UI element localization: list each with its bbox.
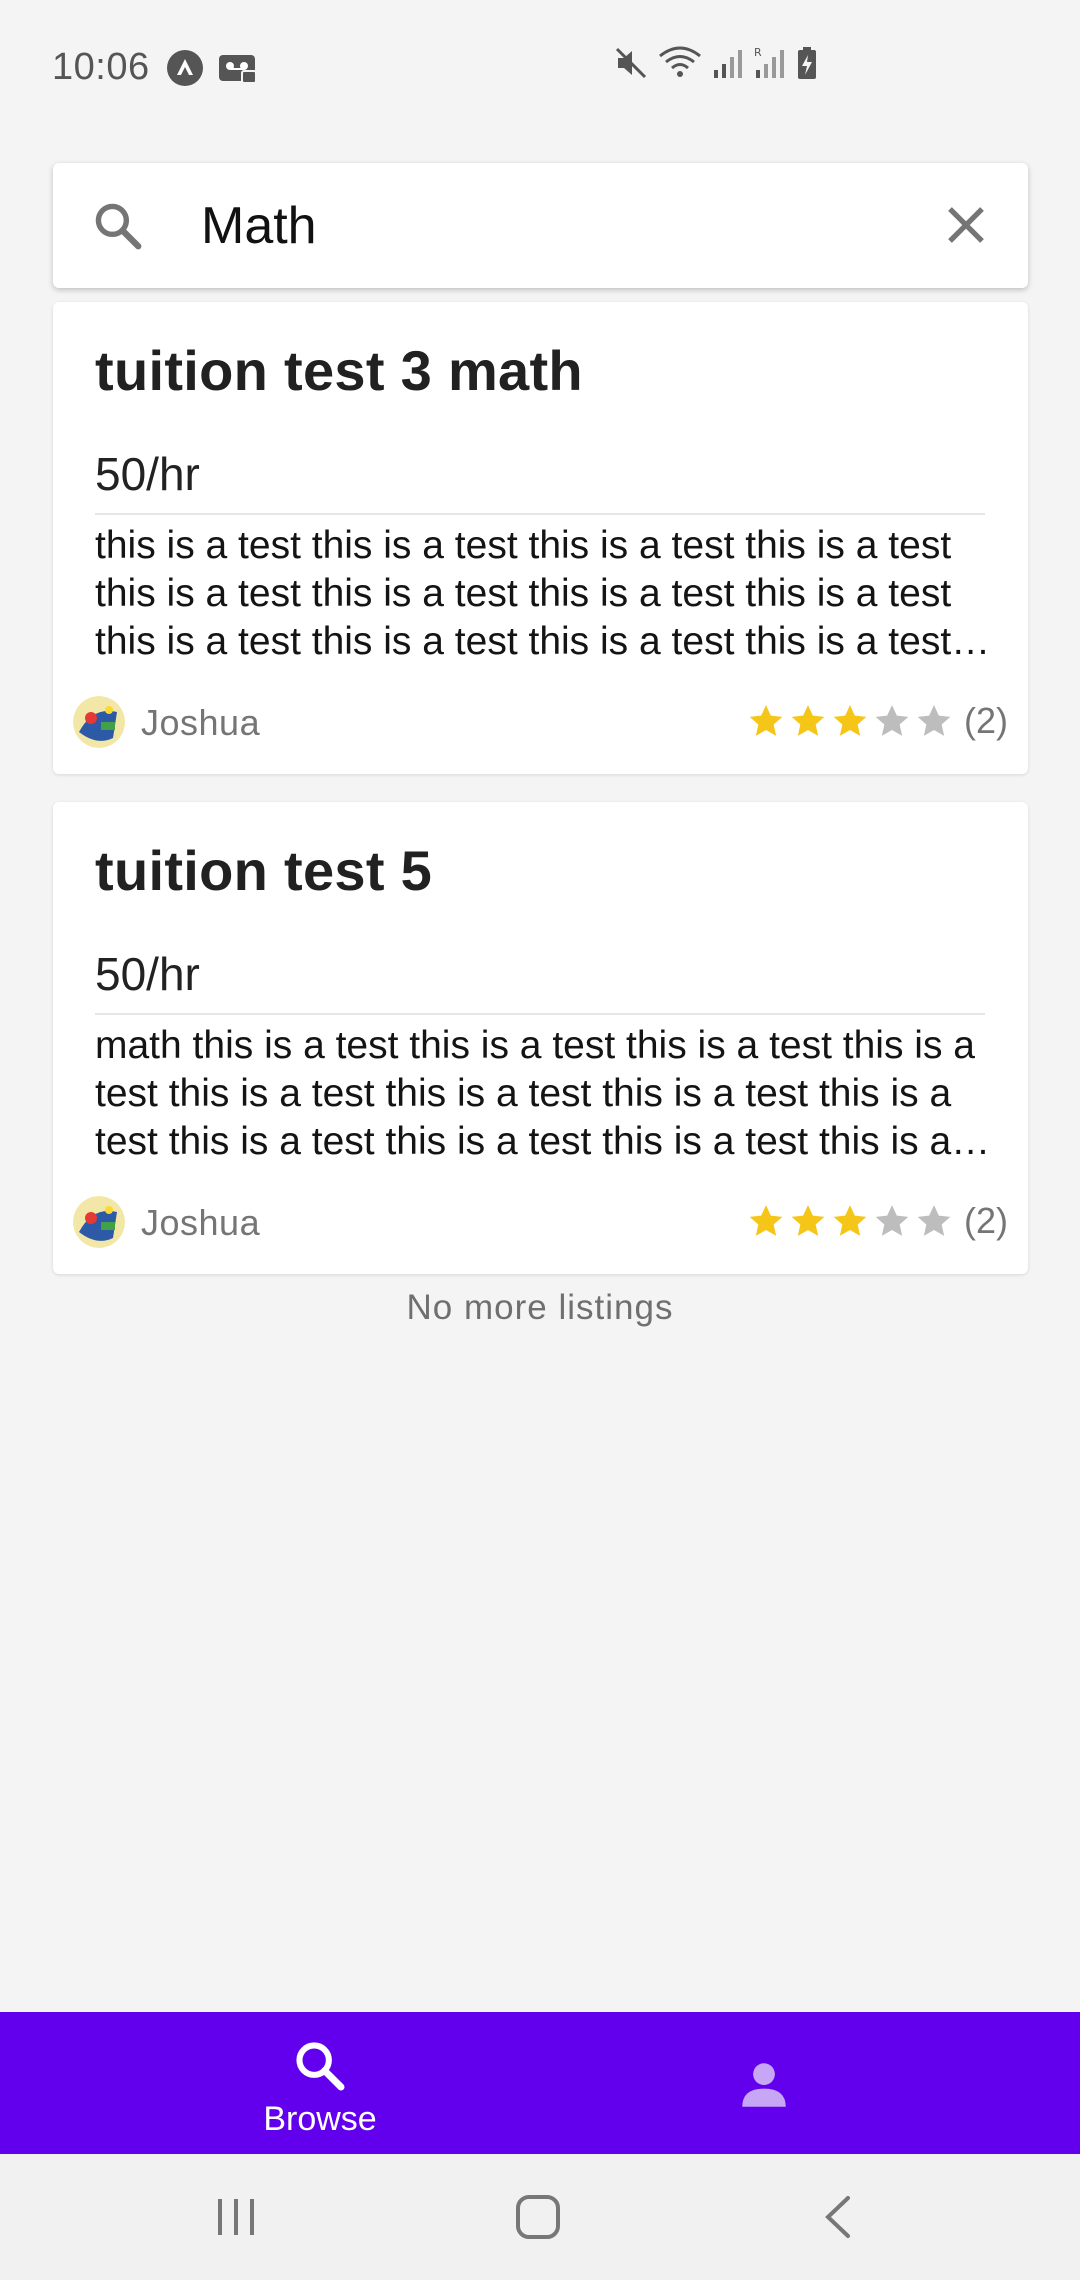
rating-count: (2) (964, 1200, 1008, 1241)
home-icon[interactable] (515, 2194, 561, 2240)
star-empty-icon (917, 1205, 951, 1236)
listing-price: 50/hr (95, 448, 200, 500)
listing-description: this is a test this is a test this is a … (95, 524, 952, 663)
tab-profile[interactable] (540, 2012, 1080, 2154)
star-filled-icon (833, 1205, 867, 1236)
listing-description: math this is a test this is a test this … (95, 1024, 975, 1163)
star-empty-icon (875, 1205, 909, 1236)
tab-browse[interactable]: Browse (0, 2012, 540, 2154)
close-icon[interactable] (942, 201, 990, 249)
star-filled-icon (791, 705, 825, 736)
avatar (73, 1196, 125, 1248)
star-empty-icon (917, 705, 951, 736)
star-filled-icon (749, 705, 783, 736)
avatar (73, 696, 125, 748)
end-of-list-message: No more listings (406, 1288, 674, 1327)
divider (95, 513, 985, 515)
divider (95, 1013, 985, 1015)
listing-title: tuition test 5 (95, 839, 433, 902)
system-navigation-bar (0, 2154, 1080, 2280)
listing-title: tuition test 3 math (95, 339, 583, 402)
status-time: 10:06 (52, 46, 150, 88)
mute-icon (615, 47, 647, 79)
listing-footer: Joshua (2) (73, 1194, 1008, 1250)
star-filled-icon (749, 1205, 783, 1236)
star-empty-icon (875, 705, 909, 736)
author-name: Joshua (141, 702, 261, 743)
wifi-icon (659, 46, 701, 77)
star-filled-icon (791, 1205, 825, 1236)
search-icon (296, 2042, 345, 2091)
search-input[interactable] (201, 188, 961, 263)
recent-apps-icon[interactable] (214, 2196, 258, 2238)
star-rating: (2) (744, 700, 1008, 742)
star-filled-icon (833, 705, 867, 736)
search-bar (53, 163, 1028, 288)
rating-count: (2) (964, 700, 1008, 741)
app-notification-icon (166, 49, 203, 86)
author-name: Joshua (141, 1202, 261, 1243)
search-icon[interactable] (91, 199, 145, 253)
signal-icon (714, 50, 742, 78)
listing-footer: Joshua (2) (73, 694, 1008, 750)
voicemail-icon (218, 54, 257, 84)
svg-text:R: R (754, 46, 762, 59)
signal-roaming-icon: R (754, 46, 784, 78)
listing-card[interactable]: tuition test 5 50/hr math this is a test… (53, 802, 1028, 1274)
status-bar: 10:06 R (0, 0, 1080, 135)
bottom-navigation: Browse (0, 2012, 1080, 2154)
battery-charging-icon (798, 47, 816, 79)
listing-card[interactable]: tuition test 3 math 50/hr this is a test… (53, 302, 1028, 774)
back-icon[interactable] (820, 2194, 856, 2240)
person-icon (742, 2063, 786, 2107)
listing-price: 50/hr (95, 948, 200, 1000)
star-rating: (2) (744, 1200, 1008, 1242)
